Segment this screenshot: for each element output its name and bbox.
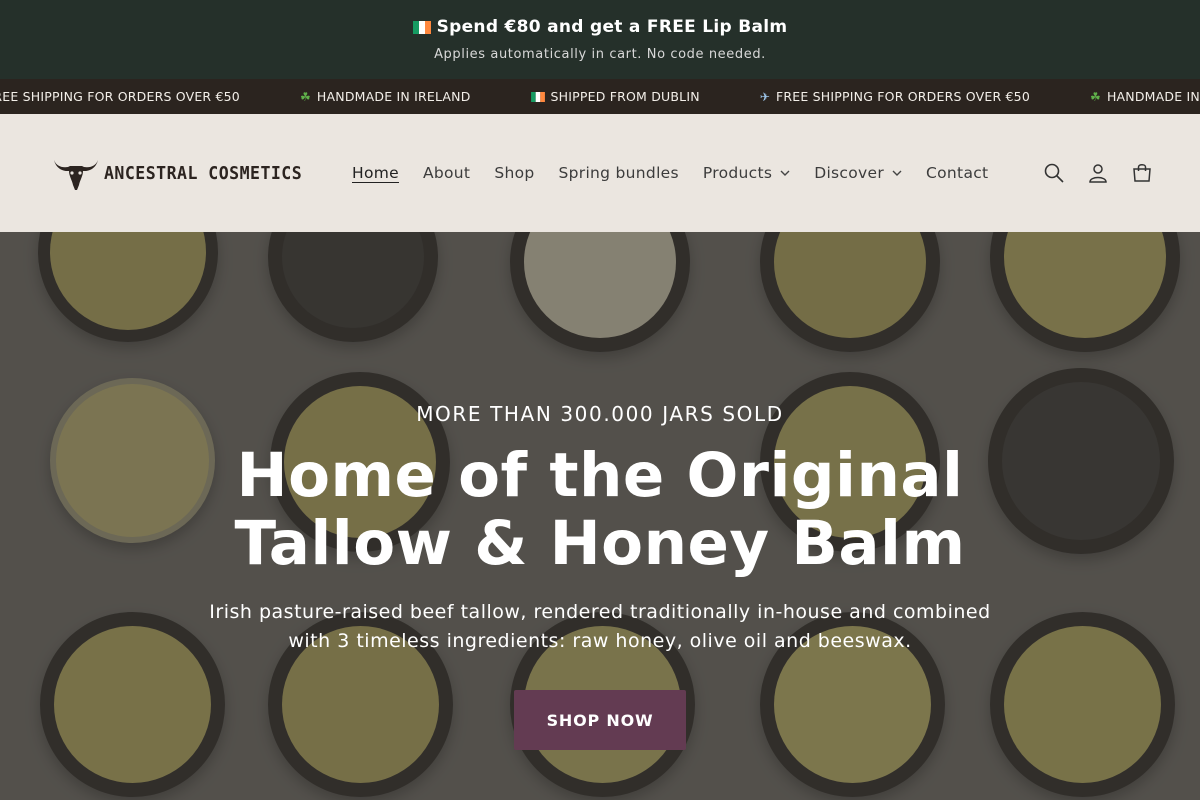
chevron-down-icon bbox=[780, 170, 790, 176]
account-icon[interactable] bbox=[1088, 163, 1108, 183]
nav-item-contact[interactable]: Contact bbox=[914, 164, 1000, 182]
shamrock-icon: ☘ bbox=[299, 89, 311, 104]
announcement-bar: Spend €80 and get a FREE Lip Balm Applie… bbox=[0, 0, 1200, 79]
hero-title: Home of the Original Tallow & Honey Balm bbox=[234, 440, 966, 579]
hero-description: Irish pasture-raised beef tallow, render… bbox=[209, 601, 991, 652]
nav-item-spring-bundles[interactable]: Spring bundles bbox=[547, 164, 691, 182]
nav-item-about[interactable]: About bbox=[411, 164, 482, 182]
nav-item-discover[interactable]: Discover bbox=[802, 164, 914, 182]
irish-flag-icon bbox=[412, 21, 431, 34]
bull-skull-icon bbox=[54, 160, 98, 190]
logo-wordmark: ANCESTRAL COSMETICS bbox=[104, 162, 303, 184]
nav-item-home[interactable]: Home bbox=[340, 164, 411, 182]
marquee-item: ✈ FREE SHIPPING FOR ORDERS OVER €50 bbox=[759, 89, 1030, 104]
nav-item-shop[interactable]: Shop bbox=[482, 164, 546, 182]
chevron-down-icon bbox=[892, 170, 902, 176]
marquee-item: ☘ HANDMADE IN IRELAND bbox=[299, 89, 471, 104]
nav-item-products[interactable]: Products bbox=[691, 164, 802, 182]
irish-flag-icon bbox=[530, 91, 545, 102]
shop-now-button[interactable]: SHOP NOW bbox=[514, 690, 686, 750]
marquee-item: SHIPPED FROM DUBLIN bbox=[530, 89, 700, 104]
announcement-title: Spend €80 and get a FREE Lip Balm bbox=[412, 17, 788, 37]
hero-banner: MORE THAN 300.000 JARS SOLD Home of the … bbox=[0, 232, 1200, 800]
header-actions bbox=[1044, 163, 1152, 183]
main-nav: Home About Shop Spring bundles Products … bbox=[340, 164, 1000, 182]
site-header: ANCESTRAL COSMETICS Home About Shop Spri… bbox=[0, 114, 1200, 232]
scrolling-marquee: FREE SHIPPING FOR ORDERS OVER €50 ☘ HAND… bbox=[0, 79, 1200, 114]
logo[interactable]: ANCESTRAL COSMETICS bbox=[52, 154, 328, 192]
marquee-item: ☘ HANDMADE IN IRELAND bbox=[1089, 89, 1200, 104]
cart-icon[interactable] bbox=[1132, 163, 1152, 183]
search-icon[interactable] bbox=[1044, 163, 1064, 183]
shamrock-icon: ☘ bbox=[1089, 89, 1101, 104]
hero-kicker: MORE THAN 300.000 JARS SOLD bbox=[416, 402, 784, 426]
announcement-subtitle: Applies automatically in cart. No code n… bbox=[434, 47, 766, 62]
marquee-item: FREE SHIPPING FOR ORDERS OVER €50 bbox=[0, 89, 240, 104]
airplane-icon: ✈ bbox=[759, 89, 771, 104]
hero-content: MORE THAN 300.000 JARS SOLD Home of the … bbox=[0, 402, 1200, 750]
